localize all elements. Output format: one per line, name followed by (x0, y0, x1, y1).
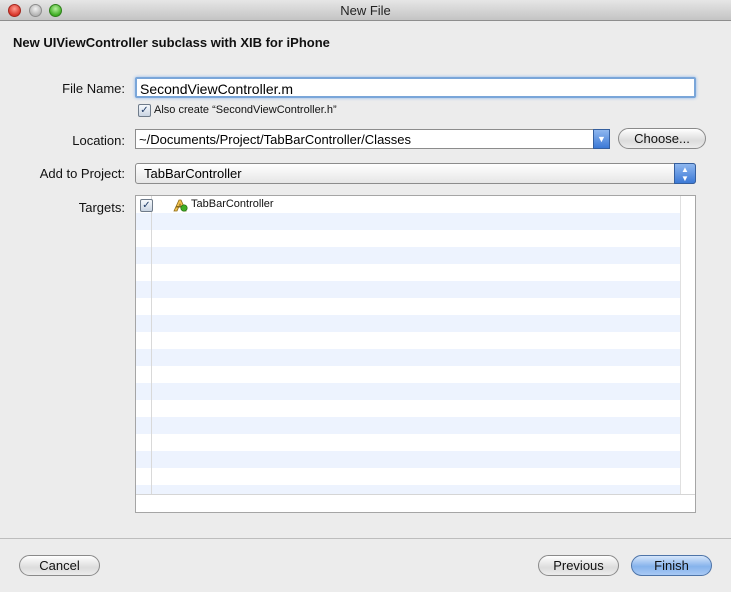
file-name-input[interactable]: SecondViewController.m (135, 77, 696, 98)
table-row[interactable]: ✓ TabBarController (136, 196, 681, 213)
title-bar: New File (0, 0, 731, 21)
dialog-heading: New UIViewController subclass with XIB f… (13, 35, 330, 50)
target-checkbox[interactable]: ✓ (140, 199, 153, 212)
finish-button[interactable]: Finish (631, 555, 712, 576)
window-title: New File (340, 3, 391, 18)
horizontal-scrollbar[interactable] (136, 494, 695, 512)
add-to-project-value: TabBarController (144, 166, 242, 181)
also-create-header-label: Also create “SecondViewController.h” (154, 104, 337, 116)
location-dropdown-button[interactable]: ▼ (593, 129, 610, 149)
location-value: ~/Documents/Project/TabBarController/Cla… (139, 132, 412, 147)
choose-button[interactable]: Choose... (618, 128, 706, 149)
also-create-header-checkbox[interactable]: ✓ (138, 104, 151, 117)
footer-divider (0, 538, 731, 539)
location-combo-box[interactable]: ~/Documents/Project/TabBarController/Cla… (135, 129, 610, 149)
cancel-button[interactable]: Cancel (19, 555, 100, 576)
previous-button[interactable]: Previous (538, 555, 619, 576)
target-name: TabBarController (191, 198, 274, 210)
vertical-scrollbar[interactable] (680, 196, 695, 495)
add-to-project-popup[interactable]: TabBarController ▲ ▼ (135, 163, 696, 184)
targets-label: Targets: (78, 200, 125, 215)
add-to-project-label: Add to Project: (39, 166, 125, 181)
targets-table[interactable]: ✓ TabBarController (135, 195, 696, 513)
application-target-icon (173, 199, 188, 212)
file-name-label: File Name: (62, 81, 125, 96)
popup-arrows-icon: ▲ ▼ (674, 163, 696, 184)
location-label: Location: (72, 133, 125, 148)
column-divider (151, 196, 152, 495)
